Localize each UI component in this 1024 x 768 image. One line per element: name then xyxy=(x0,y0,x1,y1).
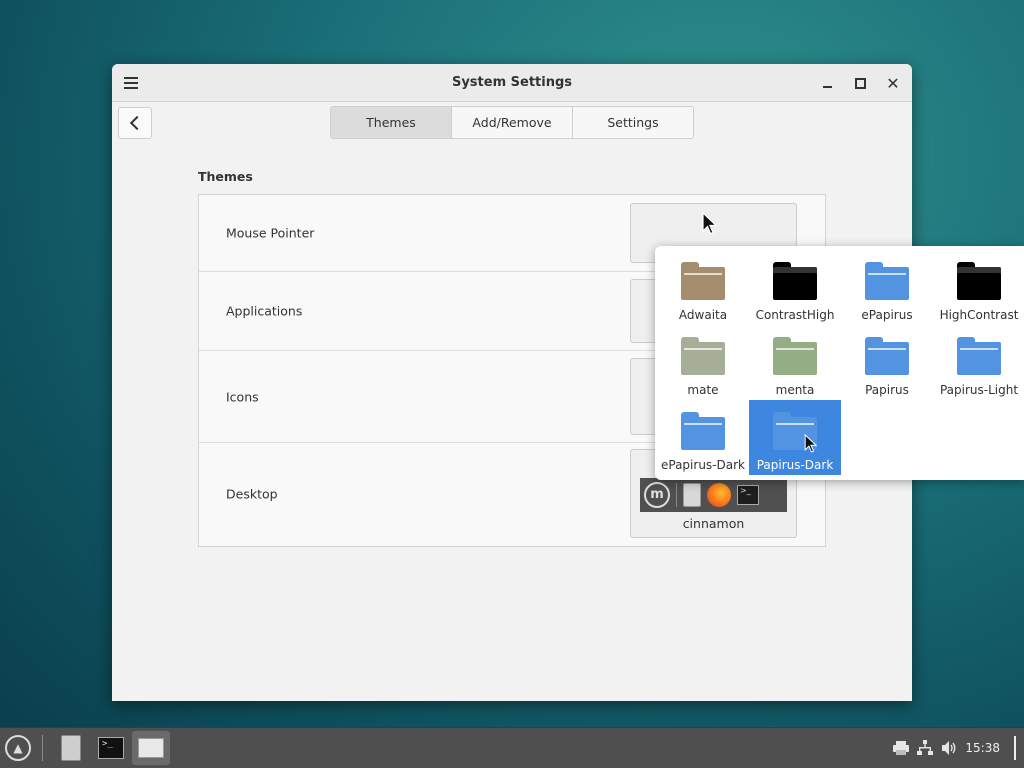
maximize-icon xyxy=(854,77,866,89)
close-button[interactable]: ✕ xyxy=(882,72,904,94)
icon-theme-item[interactable]: Papirus xyxy=(841,325,933,400)
menu-icon: ▲ xyxy=(5,735,31,761)
terminal-launcher[interactable]: >_ xyxy=(96,733,126,763)
icon-theme-item[interactable]: ePapirus-Dark xyxy=(657,400,749,475)
icon-theme-name: Papirus-Light xyxy=(939,383,1019,397)
tab-add-remove[interactable]: Add/Remove xyxy=(452,107,573,138)
folder-icon xyxy=(681,262,725,300)
window-title: System Settings xyxy=(451,75,573,90)
start-menu-button[interactable]: ▲ xyxy=(2,733,34,763)
icon-theme-name: Papirus-Dark xyxy=(756,458,834,472)
folder-icon xyxy=(681,337,725,375)
icon-theme-item[interactable]: HighContrast xyxy=(933,250,1024,325)
chevron-left-icon xyxy=(129,115,145,131)
terminal-icon: >_ xyxy=(98,737,124,759)
row-label: Desktop xyxy=(226,486,278,502)
clock[interactable]: 15:38 xyxy=(965,741,1000,755)
network-icon[interactable] xyxy=(917,740,934,756)
system-settings-icon xyxy=(138,738,164,758)
section-title: Themes xyxy=(198,169,253,184)
row-label: Mouse Pointer xyxy=(226,225,315,241)
row-label: Applications xyxy=(226,303,303,319)
system-tray: 15:38 xyxy=(893,728,1024,768)
icon-theme-item[interactable]: mate xyxy=(657,325,749,400)
tab-bar: Themes Add/Remove Settings xyxy=(330,106,694,139)
icon-theme-name: HighContrast xyxy=(939,308,1019,322)
icon-theme-item[interactable]: Papirus-Dark xyxy=(749,400,841,475)
icon-theme-item[interactable]: Adwaita xyxy=(657,250,749,325)
row-label: Icons xyxy=(226,389,259,404)
preview-separator xyxy=(676,483,677,507)
minimize-button[interactable] xyxy=(816,72,838,94)
icon-theme-item[interactable]: ContrastHigh xyxy=(749,250,841,325)
folder-icon xyxy=(773,337,817,375)
terminal-icon: >_ xyxy=(737,485,759,505)
chooser-caption: cinnamon xyxy=(682,516,745,531)
icon-theme-grid: Adwaita ContrastHigh ePapirus HighContrast m… xyxy=(657,250,1024,475)
icon-theme-item[interactable]: ePapirus xyxy=(841,250,933,325)
mint-logo-icon: m xyxy=(644,482,670,508)
folder-icon xyxy=(957,262,1001,300)
firefox-icon xyxy=(707,483,731,507)
folder-icon xyxy=(865,262,909,300)
taskbar-separator xyxy=(42,735,43,761)
volume-icon[interactable] xyxy=(941,740,957,756)
printer-icon[interactable] xyxy=(893,740,910,756)
back-button[interactable] xyxy=(118,107,152,139)
file-manager-icon xyxy=(61,735,81,761)
folder-icon xyxy=(773,262,817,300)
system-settings-task[interactable] xyxy=(132,731,170,765)
tab-settings[interactable]: Settings xyxy=(573,107,693,138)
tab-themes[interactable]: Themes xyxy=(331,107,452,138)
taskbar: ▲ >_ 15:38 xyxy=(0,727,1024,768)
minimize-icon xyxy=(822,86,832,88)
folder-icon xyxy=(957,337,1001,375)
file-manager-icon xyxy=(683,483,701,507)
folder-icon xyxy=(865,337,909,375)
icon-theme-item[interactable]: menta xyxy=(749,325,841,400)
folder-icon xyxy=(681,412,725,450)
desktop-theme-preview: m >_ xyxy=(640,478,787,512)
icon-theme-item[interactable]: Papirus-Light xyxy=(933,325,1024,400)
show-desktop-button[interactable] xyxy=(1014,736,1016,760)
titlebar[interactable]: System Settings ✕ xyxy=(112,64,912,102)
file-manager-launcher[interactable] xyxy=(56,733,86,763)
maximize-button[interactable] xyxy=(849,72,871,94)
close-icon: ✕ xyxy=(886,73,900,93)
icon-theme-popover: Adwaita ContrastHigh ePapirus HighContrast m… xyxy=(655,246,1024,480)
